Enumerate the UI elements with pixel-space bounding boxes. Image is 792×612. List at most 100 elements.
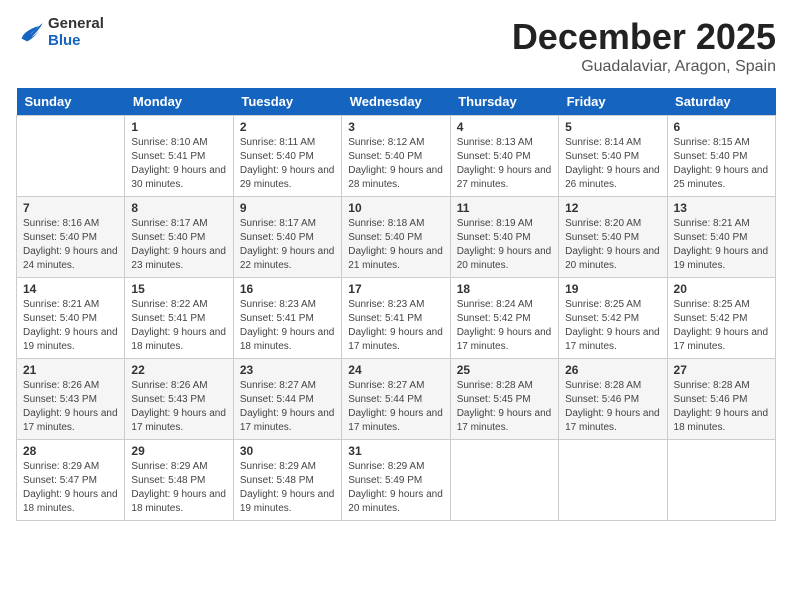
- day-number: 15: [131, 282, 226, 296]
- calendar-cell: 6 Sunrise: 8:15 AMSunset: 5:40 PMDayligh…: [667, 116, 775, 197]
- day-number: 14: [23, 282, 118, 296]
- cell-info: Sunrise: 8:27 AMSunset: 5:44 PMDaylight:…: [240, 379, 335, 435]
- calendar-cell: 24 Sunrise: 8:27 AMSunset: 5:44 PMDaylig…: [342, 359, 450, 440]
- calendar-week-4: 21 Sunrise: 8:26 AMSunset: 5:43 PMDaylig…: [17, 359, 776, 440]
- calendar-cell: 31 Sunrise: 8:29 AMSunset: 5:49 PMDaylig…: [342, 440, 450, 521]
- header-monday: Monday: [125, 88, 233, 116]
- cell-info: Sunrise: 8:22 AMSunset: 5:41 PMDaylight:…: [131, 298, 226, 354]
- cell-info: Sunrise: 8:23 AMSunset: 5:41 PMDaylight:…: [240, 298, 335, 354]
- logo-general: General: [48, 16, 104, 33]
- location-title: Guadalaviar, Aragon, Spain: [512, 58, 776, 76]
- day-number: 11: [457, 201, 552, 215]
- header-thursday: Thursday: [450, 88, 558, 116]
- header-tuesday: Tuesday: [233, 88, 341, 116]
- cell-info: Sunrise: 8:16 AMSunset: 5:40 PMDaylight:…: [23, 217, 118, 273]
- day-number: 6: [674, 120, 769, 134]
- day-number: 8: [131, 201, 226, 215]
- calendar-week-3: 14 Sunrise: 8:21 AMSunset: 5:40 PMDaylig…: [17, 278, 776, 359]
- cell-info: Sunrise: 8:28 AMSunset: 5:46 PMDaylight:…: [565, 379, 660, 435]
- cell-info: Sunrise: 8:23 AMSunset: 5:41 PMDaylight:…: [348, 298, 443, 354]
- day-number: 10: [348, 201, 443, 215]
- day-number: 31: [348, 444, 443, 458]
- calendar-cell: 4 Sunrise: 8:13 AMSunset: 5:40 PMDayligh…: [450, 116, 558, 197]
- calendar-cell: 27 Sunrise: 8:28 AMSunset: 5:46 PMDaylig…: [667, 359, 775, 440]
- calendar-cell: 3 Sunrise: 8:12 AMSunset: 5:40 PMDayligh…: [342, 116, 450, 197]
- weekday-header-row: Sunday Monday Tuesday Wednesday Thursday…: [17, 88, 776, 116]
- day-number: 28: [23, 444, 118, 458]
- day-number: 24: [348, 363, 443, 377]
- cell-info: Sunrise: 8:10 AMSunset: 5:41 PMDaylight:…: [131, 136, 226, 192]
- day-number: 3: [348, 120, 443, 134]
- calendar-week-2: 7 Sunrise: 8:16 AMSunset: 5:40 PMDayligh…: [17, 197, 776, 278]
- day-number: 30: [240, 444, 335, 458]
- calendar-cell: 15 Sunrise: 8:22 AMSunset: 5:41 PMDaylig…: [125, 278, 233, 359]
- calendar-cell: 2 Sunrise: 8:11 AMSunset: 5:40 PMDayligh…: [233, 116, 341, 197]
- day-number: 18: [457, 282, 552, 296]
- calendar-cell: 20 Sunrise: 8:25 AMSunset: 5:42 PMDaylig…: [667, 278, 775, 359]
- calendar-cell: [559, 440, 667, 521]
- calendar-cell: 7 Sunrise: 8:16 AMSunset: 5:40 PMDayligh…: [17, 197, 125, 278]
- cell-info: Sunrise: 8:21 AMSunset: 5:40 PMDaylight:…: [674, 217, 769, 273]
- cell-info: Sunrise: 8:25 AMSunset: 5:42 PMDaylight:…: [674, 298, 769, 354]
- calendar-cell: [450, 440, 558, 521]
- logo: General Blue: [16, 16, 104, 49]
- header-wednesday: Wednesday: [342, 88, 450, 116]
- cell-info: Sunrise: 8:28 AMSunset: 5:46 PMDaylight:…: [674, 379, 769, 435]
- calendar-cell: 12 Sunrise: 8:20 AMSunset: 5:40 PMDaylig…: [559, 197, 667, 278]
- cell-info: Sunrise: 8:26 AMSunset: 5:43 PMDaylight:…: [131, 379, 226, 435]
- calendar-cell: 1 Sunrise: 8:10 AMSunset: 5:41 PMDayligh…: [125, 116, 233, 197]
- day-number: 4: [457, 120, 552, 134]
- calendar-table: Sunday Monday Tuesday Wednesday Thursday…: [16, 88, 776, 521]
- day-number: 17: [348, 282, 443, 296]
- day-number: 27: [674, 363, 769, 377]
- calendar-cell: 23 Sunrise: 8:27 AMSunset: 5:44 PMDaylig…: [233, 359, 341, 440]
- cell-info: Sunrise: 8:20 AMSunset: 5:40 PMDaylight:…: [565, 217, 660, 273]
- day-number: 13: [674, 201, 769, 215]
- cell-info: Sunrise: 8:19 AMSunset: 5:40 PMDaylight:…: [457, 217, 552, 273]
- logo-bird-icon: [16, 19, 44, 47]
- month-title: December 2025: [512, 16, 776, 58]
- day-number: 19: [565, 282, 660, 296]
- day-number: 5: [565, 120, 660, 134]
- calendar-cell: 19 Sunrise: 8:25 AMSunset: 5:42 PMDaylig…: [559, 278, 667, 359]
- cell-info: Sunrise: 8:18 AMSunset: 5:40 PMDaylight:…: [348, 217, 443, 273]
- cell-info: Sunrise: 8:26 AMSunset: 5:43 PMDaylight:…: [23, 379, 118, 435]
- calendar-cell: 8 Sunrise: 8:17 AMSunset: 5:40 PMDayligh…: [125, 197, 233, 278]
- calendar-week-5: 28 Sunrise: 8:29 AMSunset: 5:47 PMDaylig…: [17, 440, 776, 521]
- cell-info: Sunrise: 8:25 AMSunset: 5:42 PMDaylight:…: [565, 298, 660, 354]
- calendar-cell: 11 Sunrise: 8:19 AMSunset: 5:40 PMDaylig…: [450, 197, 558, 278]
- calendar-cell: 22 Sunrise: 8:26 AMSunset: 5:43 PMDaylig…: [125, 359, 233, 440]
- day-number: 1: [131, 120, 226, 134]
- cell-info: Sunrise: 8:24 AMSunset: 5:42 PMDaylight:…: [457, 298, 552, 354]
- page-header: General Blue December 2025 Guadalaviar, …: [16, 16, 776, 76]
- header-sunday: Sunday: [17, 88, 125, 116]
- calendar-cell: 17 Sunrise: 8:23 AMSunset: 5:41 PMDaylig…: [342, 278, 450, 359]
- cell-info: Sunrise: 8:17 AMSunset: 5:40 PMDaylight:…: [240, 217, 335, 273]
- header-friday: Friday: [559, 88, 667, 116]
- cell-info: Sunrise: 8:15 AMSunset: 5:40 PMDaylight:…: [674, 136, 769, 192]
- calendar-cell: 30 Sunrise: 8:29 AMSunset: 5:48 PMDaylig…: [233, 440, 341, 521]
- logo-blue: Blue: [48, 33, 104, 50]
- cell-info: Sunrise: 8:29 AMSunset: 5:49 PMDaylight:…: [348, 460, 443, 516]
- day-number: 21: [23, 363, 118, 377]
- cell-info: Sunrise: 8:29 AMSunset: 5:48 PMDaylight:…: [131, 460, 226, 516]
- calendar-cell: 28 Sunrise: 8:29 AMSunset: 5:47 PMDaylig…: [17, 440, 125, 521]
- calendar-cell: 21 Sunrise: 8:26 AMSunset: 5:43 PMDaylig…: [17, 359, 125, 440]
- day-number: 26: [565, 363, 660, 377]
- cell-info: Sunrise: 8:17 AMSunset: 5:40 PMDaylight:…: [131, 217, 226, 273]
- day-number: 23: [240, 363, 335, 377]
- day-number: 12: [565, 201, 660, 215]
- calendar-cell: 26 Sunrise: 8:28 AMSunset: 5:46 PMDaylig…: [559, 359, 667, 440]
- cell-info: Sunrise: 8:12 AMSunset: 5:40 PMDaylight:…: [348, 136, 443, 192]
- cell-info: Sunrise: 8:28 AMSunset: 5:45 PMDaylight:…: [457, 379, 552, 435]
- calendar-week-1: 1 Sunrise: 8:10 AMSunset: 5:41 PMDayligh…: [17, 116, 776, 197]
- calendar-cell: 18 Sunrise: 8:24 AMSunset: 5:42 PMDaylig…: [450, 278, 558, 359]
- cell-info: Sunrise: 8:14 AMSunset: 5:40 PMDaylight:…: [565, 136, 660, 192]
- day-number: 22: [131, 363, 226, 377]
- cell-info: Sunrise: 8:13 AMSunset: 5:40 PMDaylight:…: [457, 136, 552, 192]
- calendar-cell: 25 Sunrise: 8:28 AMSunset: 5:45 PMDaylig…: [450, 359, 558, 440]
- calendar-cell: [17, 116, 125, 197]
- calendar-cell: 16 Sunrise: 8:23 AMSunset: 5:41 PMDaylig…: [233, 278, 341, 359]
- day-number: 2: [240, 120, 335, 134]
- day-number: 29: [131, 444, 226, 458]
